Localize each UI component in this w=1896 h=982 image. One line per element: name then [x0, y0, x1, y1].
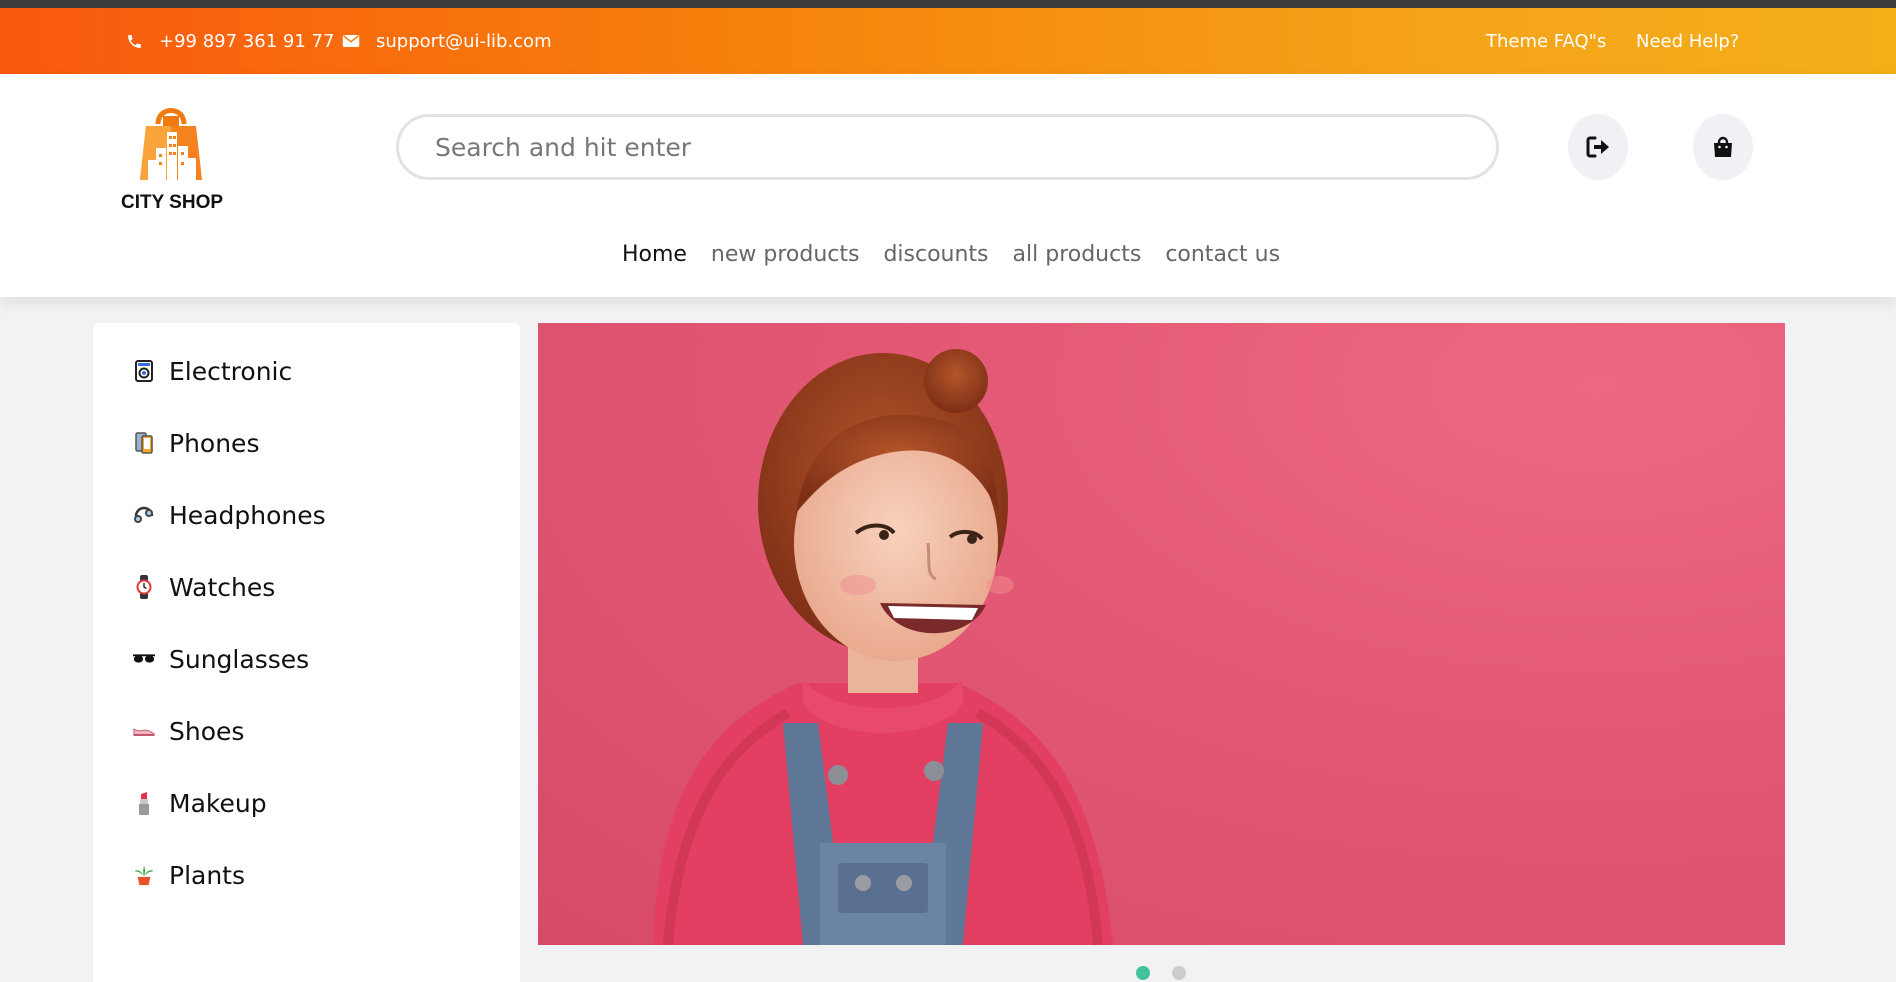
nav-all-products[interactable]: all products [1013, 242, 1142, 267]
sunglasses-icon [133, 647, 155, 671]
category-shoes[interactable]: Shoes [133, 711, 244, 751]
category-watches[interactable]: Watches [133, 567, 275, 607]
category-makeup[interactable]: Makeup [133, 783, 267, 823]
phone-icon [126, 33, 143, 50]
category-electronic[interactable]: Electronic [133, 351, 292, 391]
shopping-bag-logo-icon [140, 108, 202, 180]
category-label: Headphones [169, 500, 326, 530]
headphones-icon [133, 503, 155, 527]
need-help-link-wrap: Need Help? [1636, 8, 1739, 74]
main-nav: Home new products discounts all products… [0, 242, 1896, 267]
email-contact[interactable]: support@ui-lib.com [342, 8, 552, 74]
washing-machine-icon [133, 359, 155, 383]
browser-top-strip [0, 0, 1896, 8]
lipstick-icon [133, 791, 155, 815]
category-label: Electronic [169, 356, 293, 386]
logo[interactable]: CITY SHOP [116, 102, 226, 213]
category-label: Makeup [169, 788, 267, 818]
cart-button[interactable] [1693, 114, 1753, 180]
category-plants[interactable]: Plants [133, 855, 245, 895]
category-phones[interactable]: Phones [133, 423, 259, 463]
logout-button[interactable] [1568, 114, 1628, 180]
shopping-bag-icon [1714, 136, 1732, 157]
category-sidebar: Electronic Phones Headphones Watches Sun… [93, 323, 520, 982]
nav-discounts[interactable]: discounts [883, 242, 988, 267]
theme-faq-link-wrap: Theme FAQ"s [1486, 8, 1606, 74]
carousel-dot-2[interactable] [1172, 966, 1186, 980]
nav-home[interactable]: Home [622, 242, 687, 267]
envelope-icon [342, 34, 360, 48]
sign-out-icon [1586, 136, 1609, 158]
category-headphones[interactable]: Headphones [133, 495, 326, 535]
carousel-dot-1[interactable] [1136, 966, 1150, 980]
category-label: Plants [169, 860, 246, 890]
logo-text: CITY SHOP [120, 192, 224, 213]
nav-new-products[interactable]: new products [711, 242, 860, 267]
search-input[interactable] [396, 114, 1499, 180]
phone-contact[interactable]: +99 897 361 91 77 [126, 8, 334, 74]
carousel-dots [1136, 966, 1186, 980]
nav-contact-us[interactable]: contact us [1165, 242, 1280, 267]
category-sunglasses[interactable]: Sunglasses [133, 639, 309, 679]
hero-image-girl-in-pink-sweater [653, 349, 1113, 945]
top-bar: +99 897 361 91 77 support@ui-lib.com The… [0, 8, 1896, 74]
site-header: CITY SHOP Home new products discounts al… [0, 74, 1896, 297]
category-label: Watches [169, 572, 276, 602]
watch-icon [133, 575, 155, 599]
email-address: support@ui-lib.com [376, 30, 552, 52]
shoe-icon [133, 719, 155, 743]
need-help-link[interactable]: Need Help? [1636, 31, 1739, 52]
phone-icon [133, 431, 155, 455]
theme-faq-link[interactable]: Theme FAQ"s [1486, 31, 1606, 52]
category-label: Shoes [169, 716, 245, 746]
phone-number: +99 897 361 91 77 [159, 30, 335, 52]
category-label: Phones [169, 428, 260, 458]
category-label: Sunglasses [169, 644, 310, 674]
hero-banner[interactable] [538, 323, 1785, 945]
plant-icon [133, 863, 155, 887]
